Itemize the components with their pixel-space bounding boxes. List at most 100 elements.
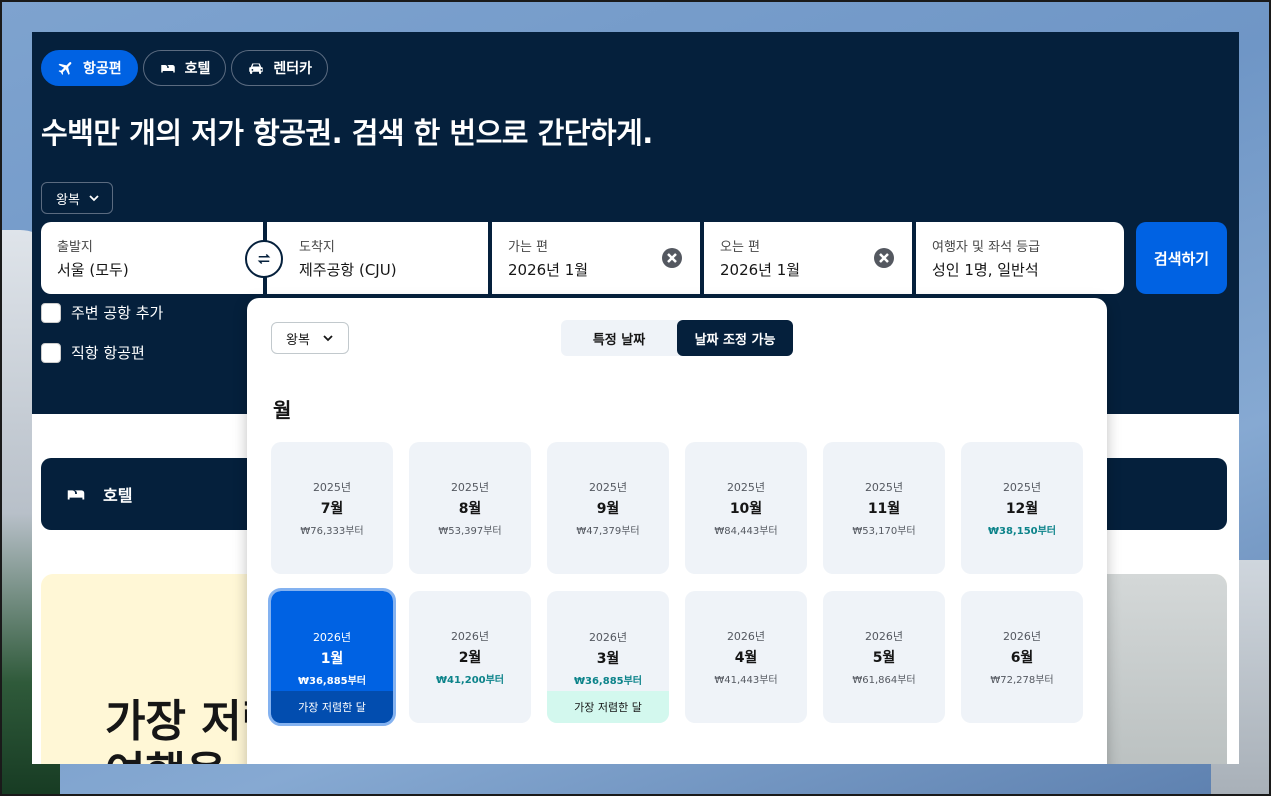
- month-card-month: 5월: [872, 650, 896, 666]
- month-card-price: ₩72,278부터: [990, 675, 1054, 686]
- month-card-year: 2026년: [726, 630, 766, 643]
- date-picker-popover: 왕복 특정 날짜 날짜 조정 가능 월 2025년 7월 ₩76,333부터 2025…: [247, 298, 1107, 764]
- return-value: 2026년 1월: [720, 261, 801, 279]
- return-date-field[interactable]: 오는 편 2026년 1월: [704, 222, 912, 294]
- popover-trip-type-value: 왕복: [286, 332, 310, 348]
- month-card-year: 2025년: [450, 481, 490, 494]
- month-card-month: 12월: [1005, 501, 1039, 517]
- month-card-month: 4월: [734, 650, 758, 666]
- search-button[interactable]: 검색하기: [1136, 222, 1227, 294]
- cheapest-month-badge: 가장 저렴한 달: [271, 691, 393, 723]
- month-card-year: 2025년: [588, 481, 628, 494]
- browser-viewport: 항공편 호텔 렌터카 수백만 개의 저가 항공권. 검색 한 번으로 간단하게.…: [32, 32, 1239, 764]
- month-card-year: 2025년: [864, 481, 904, 494]
- month-card-price: ₩84,443부터: [714, 526, 778, 537]
- month-card-year: 2026년: [864, 630, 904, 643]
- depart-clear-button[interactable]: [662, 248, 682, 268]
- destination-label: 도착지: [299, 240, 335, 255]
- month-section-heading: 월: [273, 398, 292, 422]
- month-card[interactable]: 2026년 5월 ₩61,864부터: [823, 591, 945, 723]
- depart-label: 가는 편: [508, 240, 549, 255]
- month-card-price: ₩41,443부터: [714, 675, 778, 686]
- month-card-month: 8월: [458, 501, 482, 517]
- destination-value: 제주공항 (CJU): [299, 261, 397, 279]
- month-card-year: 2026년: [588, 631, 628, 644]
- origin-label: 출발지: [57, 240, 93, 255]
- month-card-price: ₩36,885부터: [297, 676, 367, 687]
- airplane-icon: [58, 62, 72, 75]
- month-card[interactable]: 2026년 6월 ₩72,278부터: [961, 591, 1083, 723]
- tab-hotels[interactable]: 호텔: [142, 50, 227, 86]
- car-icon: [249, 63, 264, 74]
- origin-value: 서울 (모두): [57, 261, 129, 279]
- tab-specific-dates[interactable]: 특정 날짜: [561, 320, 677, 356]
- month-card-month: 1월: [320, 651, 344, 667]
- travelers-label: 여행자 및 좌석 등급: [932, 240, 1041, 255]
- month-card-price: ₩53,397부터: [438, 526, 502, 537]
- date-mode-toggle: 특정 날짜 날짜 조정 가능: [561, 320, 793, 356]
- travelers-field[interactable]: 여행자 및 좌석 등급 성인 1명, 일반석: [916, 222, 1124, 294]
- month-card-price: ₩38,150부터: [987, 526, 1057, 537]
- month-card[interactable]: 2025년 8월 ₩53,397부터: [409, 442, 531, 574]
- page-title: 수백만 개의 저가 항공권. 검색 한 번으로 간단하게.: [41, 116, 653, 150]
- return-clear-button[interactable]: [874, 248, 894, 268]
- month-card-month: 3월: [596, 651, 620, 667]
- month-card[interactable]: 2025년 12월 ₩38,150부터: [961, 442, 1083, 574]
- month-card-month: 2월: [458, 650, 482, 666]
- month-card[interactable]: 2025년 10월 ₩84,443부터: [685, 442, 807, 574]
- month-card-month: 7월: [320, 501, 344, 517]
- month-card-month: 11월: [867, 501, 901, 517]
- tab-hotels-label: 호텔: [184, 61, 211, 77]
- product-tabs: 항공편 호텔 렌터카: [41, 50, 329, 86]
- close-icon: [667, 253, 677, 263]
- month-card-price: ₩61,864부터: [852, 675, 916, 686]
- nearby-airports-label: 주변 공항 추가: [71, 304, 164, 322]
- bed-icon: [160, 65, 175, 73]
- month-card-year: 2025년: [726, 481, 766, 494]
- return-label: 오는 편: [720, 240, 761, 255]
- tab-car-rental[interactable]: 렌터카: [231, 50, 329, 86]
- month-card[interactable]: 2025년 9월 ₩47,379부터: [547, 442, 669, 574]
- nearby-airports-checkbox[interactable]: 주변 공항 추가: [41, 302, 163, 323]
- checkbox-box[interactable]: [41, 302, 61, 323]
- origin-field[interactable]: 출발지 서울 (모두): [41, 222, 263, 294]
- destination-field[interactable]: 도착지 제주공항 (CJU): [267, 222, 488, 294]
- hotel-shortcut-label: 호텔: [103, 486, 133, 505]
- popover-trip-type-select[interactable]: 왕복: [271, 322, 349, 354]
- month-card[interactable]: 2025년 7월 ₩76,333부터: [271, 442, 393, 574]
- direct-flights-checkbox[interactable]: 직항 항공편: [41, 342, 145, 363]
- tab-car-rental-label: 렌터카: [273, 61, 313, 77]
- month-card-year: 2026년: [312, 631, 352, 644]
- trip-type-select[interactable]: 왕복: [41, 182, 113, 214]
- month-card[interactable]: 2026년 3월 ₩36,885부터가장 저렴한 달: [547, 591, 669, 723]
- month-card[interactable]: 2026년 2월 ₩41,200부터: [409, 591, 531, 723]
- month-card-month: 10월: [729, 501, 763, 517]
- month-card[interactable]: 2026년 4월 ₩41,443부터: [685, 591, 807, 723]
- trip-type-value: 왕복: [56, 192, 80, 208]
- swap-button[interactable]: [245, 240, 283, 278]
- month-card-price: ₩47,379부터: [576, 526, 640, 537]
- tab-flights[interactable]: 항공편: [41, 50, 138, 86]
- month-card-year: 2025년: [312, 481, 352, 494]
- depart-value: 2026년 1월: [508, 261, 589, 279]
- chevron-down-icon: [89, 195, 99, 202]
- depart-date-field[interactable]: 가는 편 2026년 1월: [492, 222, 700, 294]
- month-card-price: ₩53,170부터: [852, 526, 916, 537]
- month-card-year: 2026년: [1002, 630, 1042, 643]
- month-card[interactable]: 2025년 11월 ₩53,170부터: [823, 442, 945, 574]
- month-card-month: 9월: [596, 501, 620, 517]
- month-card[interactable]: 2026년 1월 ₩36,885부터가장 저렴한 달: [268, 588, 396, 726]
- month-card-year: 2025년: [1002, 481, 1042, 494]
- tab-flexible-dates[interactable]: 날짜 조정 가능: [677, 320, 793, 356]
- month-card-price: ₩76,333부터: [300, 526, 364, 537]
- bed-icon: [67, 490, 85, 500]
- direct-flights-label: 직항 항공편: [71, 344, 145, 362]
- cheapest-month-badge: 가장 저렴한 달: [547, 691, 669, 723]
- month-card-price: ₩41,200부터: [435, 675, 505, 686]
- chevron-down-icon: [323, 335, 333, 342]
- month-card-price: ₩36,885부터: [573, 676, 643, 687]
- month-card-year: 2026년: [450, 630, 490, 643]
- close-icon: [879, 253, 889, 263]
- travelers-value: 성인 1명, 일반석: [932, 261, 1039, 279]
- checkbox-box[interactable]: [41, 342, 61, 363]
